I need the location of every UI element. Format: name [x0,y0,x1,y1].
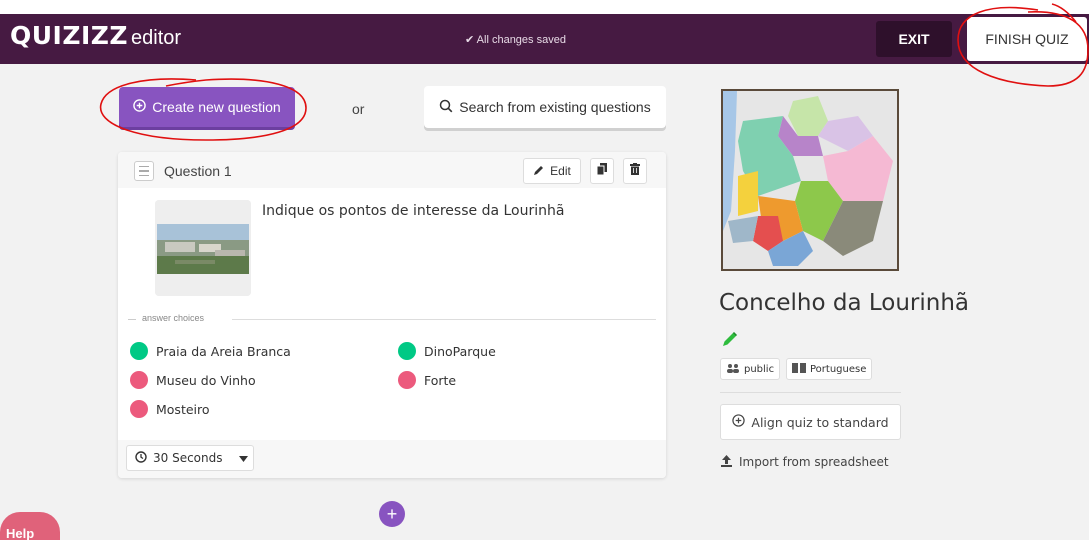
question-header: Question 1 Edit [118,152,666,188]
plus-icon: + [386,503,398,524]
caret-down-icon [238,451,248,465]
answer-choice-text: Mosteiro [156,401,210,417]
incorrect-indicator-icon [398,371,416,389]
editor-label: editor [131,27,182,49]
visibility-tag[interactable]: public [720,358,781,380]
answer-choice-text: Museu do Vinho [156,372,256,388]
answer-choice: Forte [398,371,456,389]
language-text: Portuguese [810,363,867,375]
edit-title-pencil-icon[interactable] [721,330,739,353]
time-limit-value: 30 Seconds [153,451,223,465]
delete-button[interactable] [623,158,647,184]
answer-choice: Praia da Areia Branca [130,342,291,360]
create-new-question-button[interactable]: Create new question [119,87,295,127]
users-icon [726,363,740,376]
import-spreadsheet-link[interactable]: Import from spreadsheet [720,454,889,470]
visibility-text: public [744,363,775,375]
answer-choice: Museu do Vinho [130,371,256,389]
save-status: ✔ All changes saved [465,33,566,46]
answer-choice: Mosteiro [130,400,210,418]
answer-choice-text: Forte [424,372,457,388]
align-quiz-label: Align quiz to standard [751,414,889,430]
finish-quiz-button[interactable]: FINISH QUIZ [967,17,1087,61]
exit-button[interactable]: EXIT [876,21,952,57]
or-label: or [352,101,365,117]
quiz-cover-image[interactable] [721,89,899,271]
search-existing-questions-button[interactable]: Search from existing questions [424,86,666,128]
add-question-button[interactable]: + [379,501,405,527]
divider [720,392,901,393]
answer-choice: DinoParque [398,342,496,360]
plus-circle-icon [732,414,746,430]
edit-button[interactable]: Edit [523,158,581,184]
import-spreadsheet-label: Import from spreadsheet [739,455,889,469]
copy-icon [596,162,608,180]
question-card: Question 1 Edit Indique os pontos de int… [118,152,666,478]
correct-indicator-icon [130,342,148,360]
upload-icon [720,454,733,470]
help-button[interactable]: Help [0,512,60,540]
edit-label: Edit [550,164,571,178]
pencil-icon [533,164,545,179]
question-footer: 30 Seconds [118,440,666,478]
create-new-question-label: Create new question [152,99,281,115]
editor-header: QUIZIZZ editor ✔ All changes saved EXIT … [0,14,1089,64]
language-icon [792,362,806,376]
correct-indicator-icon [398,342,416,360]
duplicate-button[interactable] [590,158,614,184]
search-icon [439,99,453,116]
search-existing-label: Search from existing questions [459,99,651,115]
align-quiz-button[interactable]: Align quiz to standard [720,404,901,440]
incorrect-indicator-icon [130,400,148,418]
divider [232,319,656,320]
question-image[interactable] [155,200,251,296]
language-tag[interactable]: Portuguese [786,358,873,380]
trash-icon [630,162,640,180]
save-status-text: All changes saved [476,34,566,46]
divider [128,319,136,320]
top-bar: QUIZIZZ editor ✔ All changes saved EXIT … [0,0,1089,64]
quiz-title[interactable]: Concelho da Lourinhã [719,290,969,316]
time-limit-select[interactable]: 30 Seconds [126,445,254,471]
incorrect-indicator-icon [130,371,148,389]
answer-choice-text: Praia da Areia Branca [156,343,291,359]
check-icon: ✔ [465,34,475,46]
clock-icon [135,450,147,466]
question-title: Question 1 [164,163,232,179]
drag-handle-icon[interactable] [134,161,154,181]
quizizz-logo[interactable]: QUIZIZZ [10,21,128,50]
plus-circle-icon [133,99,147,115]
answer-choice-text: DinoParque [424,343,496,359]
question-text: Indique os pontos de interesse da Lourin… [262,203,565,219]
answer-choices-label: answer choices [142,313,205,323]
